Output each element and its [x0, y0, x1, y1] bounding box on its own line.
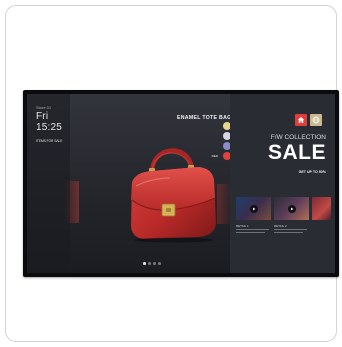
retail-description-line	[274, 232, 303, 234]
sale-headline: SALE	[267, 141, 326, 164]
play-icon	[252, 207, 255, 210]
color-option[interactable]	[187, 122, 231, 131]
home-icon	[297, 116, 305, 124]
product-card: Store 01 Fri 15:25 ITEMS FOR SALE ENAMEL…	[5, 5, 339, 342]
carousel-pagination	[143, 262, 173, 265]
signage-display: Store 01 Fri 15:25 ITEMS FOR SALE ENAMEL…	[23, 90, 339, 277]
retail-label: RETAIL 2	[274, 224, 287, 228]
discount-text: GET UP TO 50%	[298, 170, 326, 174]
store-location: Store 01	[36, 105, 52, 110]
side-menu: ITEMS FOR SALE	[36, 137, 62, 173]
retail-description-line	[236, 232, 265, 234]
carousel-dot[interactable]	[158, 262, 161, 265]
promo-panel: F/W COLLECTION SALE GET UP TO 50% RETAIL…	[230, 94, 335, 273]
retail-video-thumbnail[interactable]	[312, 197, 331, 220]
play-icon	[290, 207, 293, 210]
home-button[interactable]	[295, 114, 307, 126]
carousel-dot[interactable]	[153, 262, 156, 265]
retail-label: RETAIL 1	[236, 224, 249, 228]
play-button[interactable]	[287, 204, 296, 213]
retail-description-line	[236, 229, 269, 231]
color-option[interactable]	[187, 142, 231, 151]
carousel-dot[interactable]	[143, 262, 146, 265]
clock: Fri 15:25	[36, 111, 63, 133]
retail-video-thumbnail[interactable]	[274, 197, 309, 220]
menu-item[interactable]	[36, 164, 62, 173]
menu-item-items-for-sale[interactable]: ITEMS FOR SALE	[36, 137, 62, 146]
play-button[interactable]	[249, 204, 258, 213]
collection-title: F/W COLLECTION	[270, 134, 326, 141]
menu-item[interactable]	[36, 146, 62, 155]
retail-description-line	[274, 229, 307, 231]
left-info-panel: Store 01 Fri 15:25 ITEMS FOR SALE	[27, 94, 70, 273]
swatch-label: RED	[211, 154, 218, 158]
display-screen: Store 01 Fri 15:25 ITEMS FOR SALE ENAMEL…	[27, 94, 335, 273]
product-title: ENAMEL TOTE BAG	[177, 115, 232, 121]
retail-video-strip: RETAIL 1 RETAIL 2	[236, 197, 331, 237]
retail-video-thumbnail[interactable]	[236, 197, 271, 220]
color-option-red[interactable]: RED	[187, 152, 231, 161]
color-option[interactable]	[187, 132, 231, 141]
menu-item[interactable]	[36, 155, 62, 164]
globe-button[interactable]	[310, 114, 322, 126]
globe-icon	[312, 116, 320, 124]
carousel-dot[interactable]	[148, 262, 151, 265]
